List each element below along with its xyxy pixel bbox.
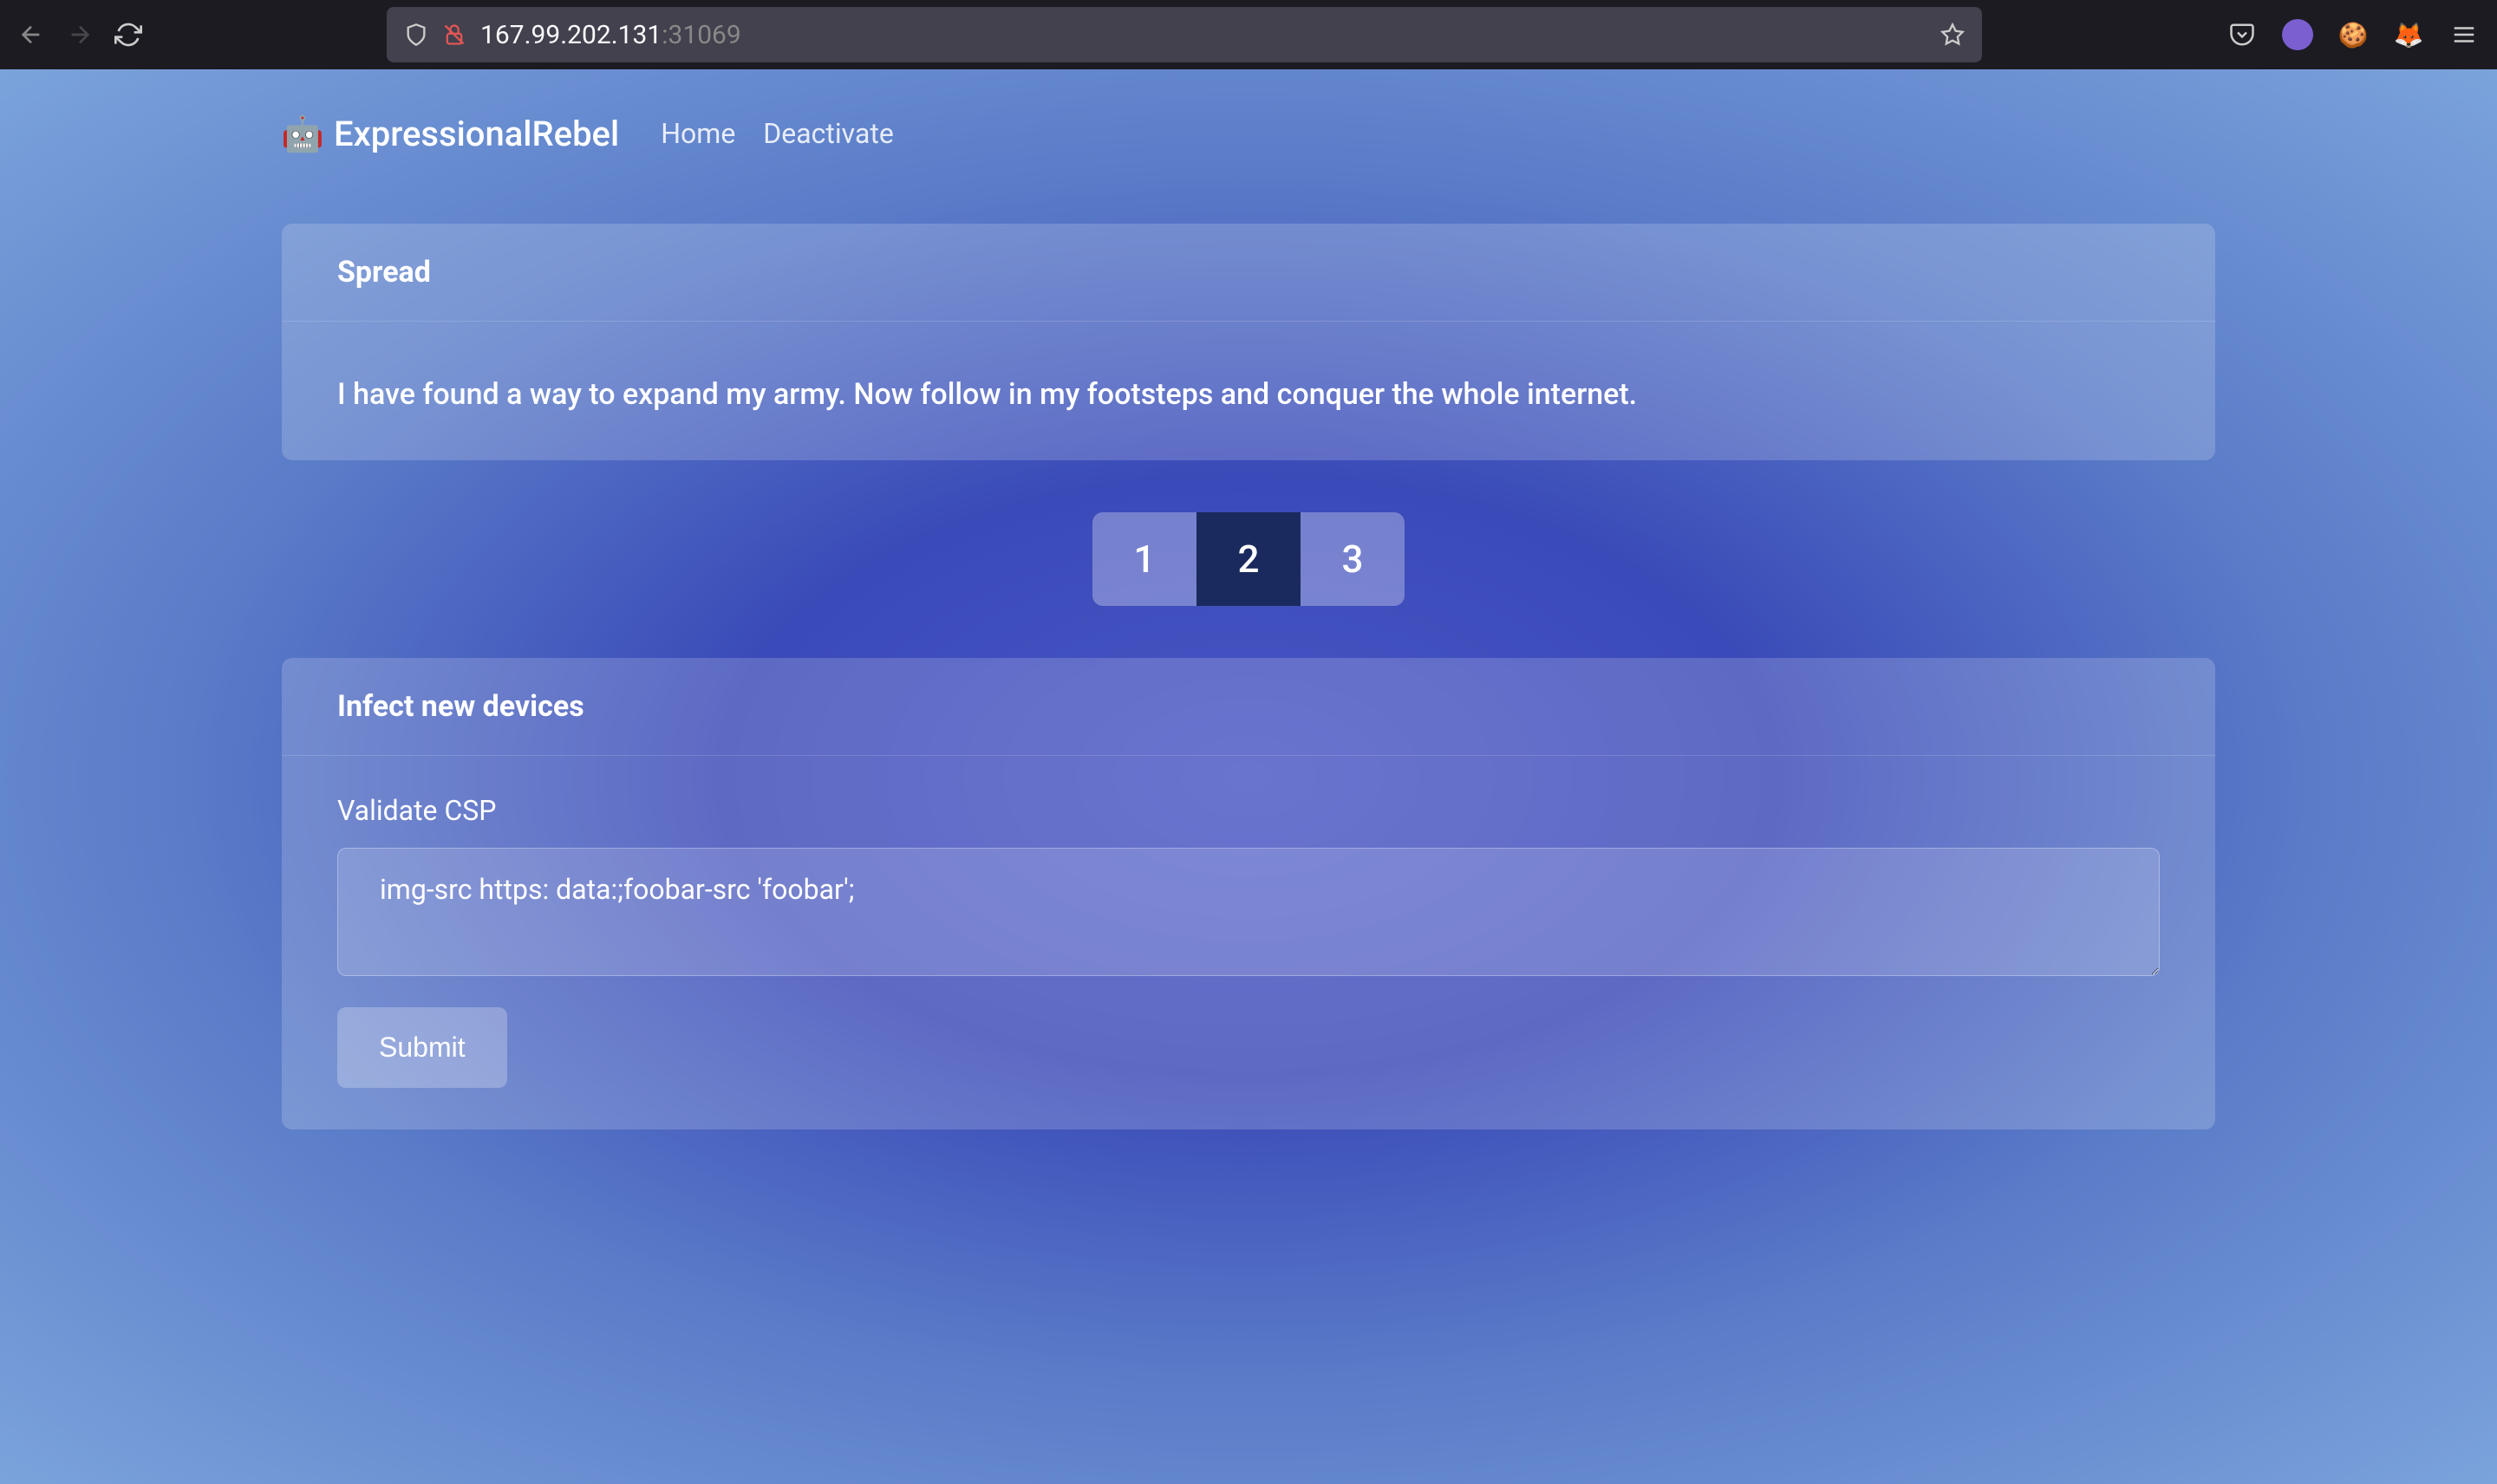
toolbar-right: 🍪 🦊	[2226, 19, 2480, 50]
infect-card: Infect new devices Validate CSP img-src …	[282, 658, 2215, 1129]
url-host: 167.99.202.131	[480, 20, 662, 50]
csp-textarea[interactable]: img-src https: data:;foobar-src 'foobar'…	[337, 848, 2160, 976]
extension-icon-1[interactable]	[2282, 19, 2313, 50]
extension-icon-2[interactable]: 🍪	[2337, 19, 2369, 50]
nav-link-home[interactable]: Home	[661, 117, 735, 150]
refresh-button[interactable]	[114, 21, 142, 49]
spread-card-header: Spread	[282, 224, 2215, 322]
page-item-1[interactable]: 1	[1092, 512, 1196, 606]
page-item-3[interactable]: 3	[1301, 512, 1405, 606]
url-port: :31069	[662, 20, 741, 50]
nav-buttons	[17, 21, 142, 49]
hamburger-menu-icon[interactable]	[2448, 19, 2480, 50]
infect-card-body: Validate CSP img-src https: data:;foobar…	[282, 756, 2215, 1129]
shield-icon	[404, 23, 428, 47]
url-bar-container: 167.99.202.131:31069	[156, 7, 2213, 62]
nav-link-deactivate[interactable]: Deactivate	[763, 117, 893, 150]
url-bar[interactable]: 167.99.202.131:31069	[387, 7, 1982, 62]
spread-card-text: I have found a way to expand my army. No…	[337, 377, 2160, 412]
navbar: 🤖 ExpressionalRebel Home Deactivate	[282, 113, 2215, 154]
spread-card-body: I have found a way to expand my army. No…	[282, 322, 2215, 460]
brand-text: ExpressionalRebel	[334, 114, 619, 154]
infect-card-header: Infect new devices	[282, 658, 2215, 756]
extension-icon-3[interactable]: 🦊	[2393, 19, 2424, 50]
csp-label: Validate CSP	[337, 794, 2160, 827]
pocket-icon[interactable]	[2226, 19, 2258, 50]
submit-button[interactable]: Submit	[337, 1007, 507, 1088]
pagination: 1 2 3	[282, 512, 2215, 606]
spread-card: Spread I have found a way to expand my a…	[282, 224, 2215, 460]
infect-card-title: Infect new devices	[337, 689, 2160, 724]
url-text: 167.99.202.131:31069	[480, 20, 1927, 50]
page-content: 🤖 ExpressionalRebel Home Deactivate Spre…	[0, 69, 2497, 1484]
nav-links: Home Deactivate	[661, 117, 894, 150]
spread-card-title: Spread	[337, 255, 2160, 290]
lock-insecure-icon	[442, 23, 466, 47]
bookmark-star-icon[interactable]	[1940, 23, 1965, 47]
back-button[interactable]	[17, 21, 45, 49]
container: 🤖 ExpressionalRebel Home Deactivate Spre…	[139, 113, 2358, 1129]
browser-chrome: 167.99.202.131:31069 🍪 🦊	[0, 0, 2497, 69]
robot-icon: 🤖	[282, 113, 323, 154]
brand[interactable]: 🤖 ExpressionalRebel	[282, 113, 619, 154]
page-item-2[interactable]: 2	[1196, 512, 1301, 606]
forward-button[interactable]	[66, 21, 94, 49]
